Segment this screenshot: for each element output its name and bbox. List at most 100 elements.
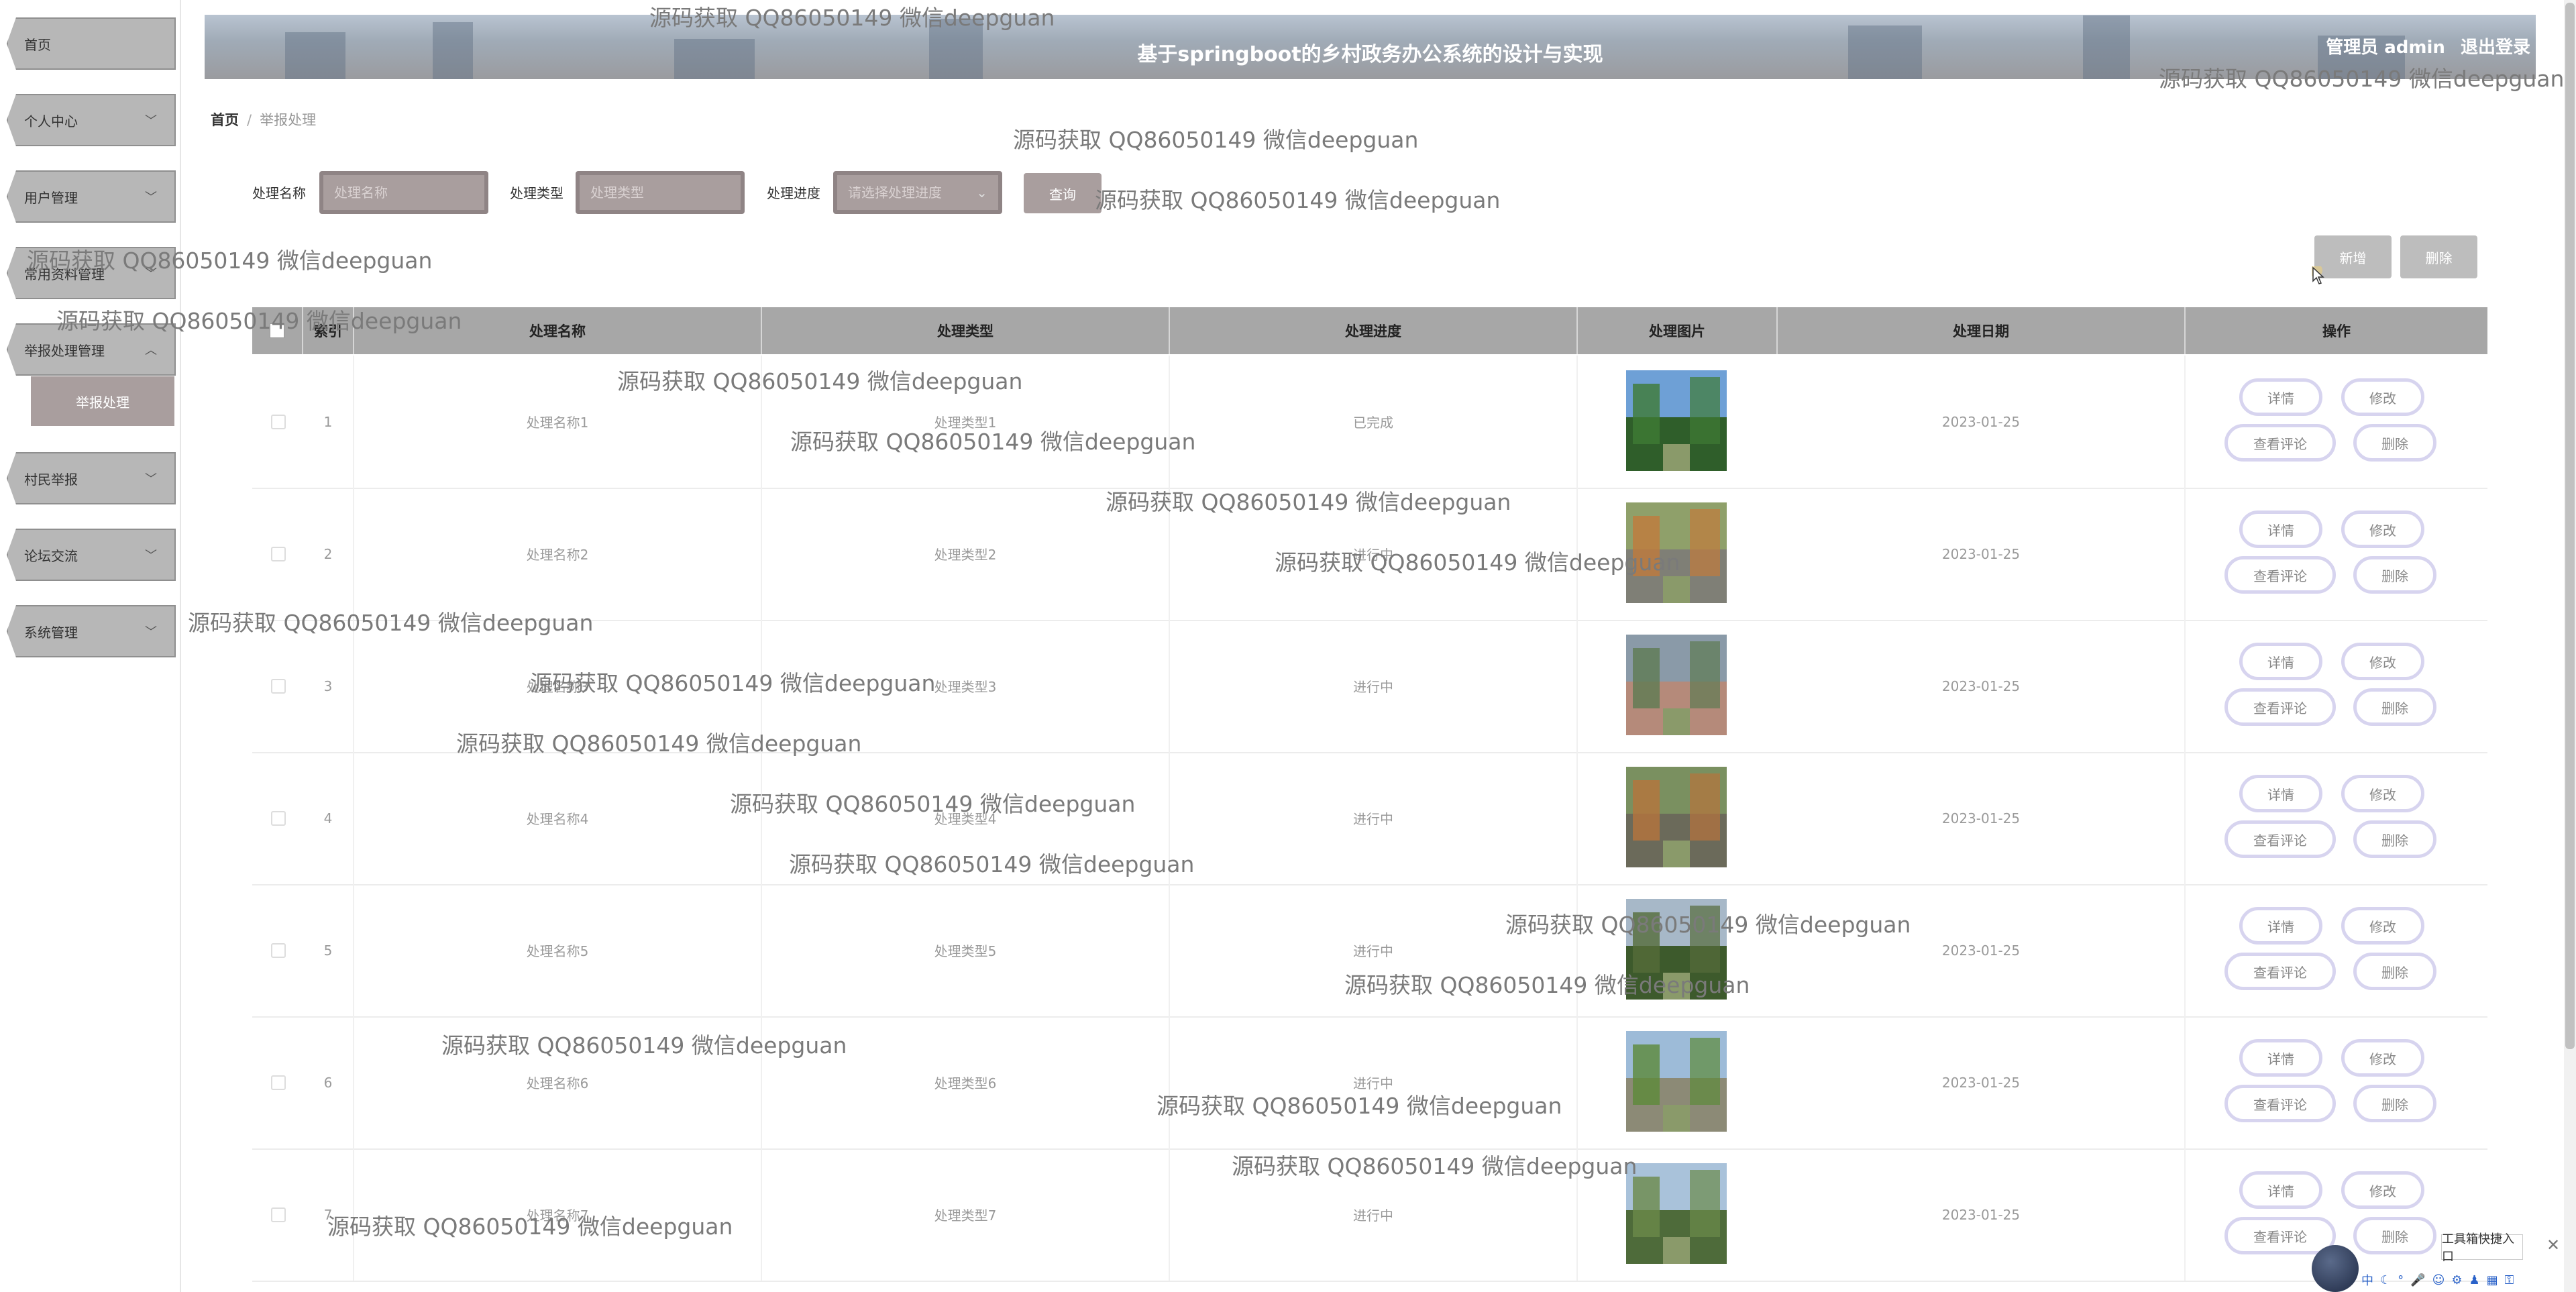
row-delete-button[interactable]: 删除 — [2353, 556, 2436, 594]
punctuation-icon[interactable]: ° — [2398, 1273, 2404, 1287]
cell-date: 2023-01-25 — [1778, 488, 2186, 620]
edit-button[interactable]: 修改 — [2341, 643, 2424, 680]
logout-link[interactable]: 退出登录 — [2461, 38, 2530, 58]
watermark-text: 源码获取 QQ86050149 微信deepguan — [649, 5, 1055, 31]
moon-icon[interactable]: ☾ — [2380, 1273, 2391, 1287]
row-checkbox[interactable] — [271, 679, 286, 694]
page-scrollbar[interactable] — [2564, 0, 2576, 1292]
row-checkbox[interactable] — [271, 811, 286, 826]
grid-icon[interactable]: ▦ — [2487, 1273, 2498, 1287]
view-comments-button[interactable]: 查看评论 — [2224, 953, 2336, 990]
edit-button[interactable]: 修改 — [2341, 1171, 2424, 1209]
column-header-progress: 处理进度 — [1170, 307, 1578, 354]
view-comments-button[interactable]: 查看评论 — [2224, 820, 2336, 858]
sidebar-item-label: 村民举报 — [24, 471, 78, 488]
detail-button[interactable]: 详情 — [2239, 378, 2322, 416]
row-delete-button[interactable]: 删除 — [2353, 953, 2436, 990]
cell-progress: 进行中 — [1170, 1016, 1578, 1148]
search-type-placeholder: 处理类型 — [590, 184, 644, 201]
watermark-text: 源码获取 QQ86050149 微信deepguan — [1095, 187, 1501, 213]
microphone-icon[interactable]: 🎤 — [2410, 1273, 2425, 1287]
row-delete-button[interactable]: 删除 — [2353, 1217, 2436, 1254]
lock-icon[interactable]: ⚿ — [2505, 1273, 2514, 1287]
sidebar-item-label: 论坛交流 — [24, 547, 78, 564]
cell-date: 2023-01-25 — [1778, 884, 2186, 1016]
table-row: 1 处理名称1 处理类型1 已完成 2023-01-25 详情 修改 查看评论 删除 — [252, 356, 2487, 489]
detail-button[interactable]: 详情 — [2239, 510, 2322, 548]
view-comments-button[interactable]: 查看评论 — [2224, 424, 2336, 462]
chevron-down-icon: ﹀ — [145, 625, 157, 639]
sidebar-item-forum[interactable]: 论坛交流 ﹀ — [7, 529, 176, 581]
row-image — [1626, 370, 1727, 471]
cell-name: 处理名称4 — [354, 752, 762, 884]
edit-button[interactable]: 修改 — [2341, 378, 2424, 416]
sidebar-item-system-management[interactable]: 系统管理 ﹀ — [7, 605, 176, 657]
row-checkbox[interactable] — [271, 415, 286, 429]
sidebar-item-user-management[interactable]: 用户管理 ﹀ — [7, 170, 176, 223]
breadcrumb-current: 举报处理 — [260, 112, 317, 128]
cell-index: 2 — [303, 488, 354, 620]
row-image — [1626, 635, 1727, 735]
query-button[interactable]: 查询 — [1024, 173, 1102, 213]
detail-button[interactable]: 详情 — [2239, 1039, 2322, 1077]
ime-chinese-icon[interactable]: 中 — [2361, 1271, 2373, 1289]
shirt-icon[interactable]: ♟ — [2469, 1273, 2479, 1287]
smile-icon[interactable]: ☺ — [2432, 1273, 2445, 1287]
sidebar-item-home[interactable]: 首页 — [7, 17, 176, 70]
search-name-input[interactable]: 处理名称 — [319, 171, 488, 214]
row-image — [1626, 767, 1727, 867]
sidebar-item-label: 用户管理 — [24, 189, 78, 206]
chevron-down-icon: ﹀ — [145, 191, 157, 205]
view-comments-button[interactable]: 查看评论 — [2224, 556, 2336, 594]
edit-button[interactable]: 修改 — [2341, 1039, 2424, 1077]
view-comments-button[interactable]: 查看评论 — [2224, 1217, 2336, 1254]
search-name-label: 处理名称 — [252, 185, 306, 201]
watermark-text: 源码获取 QQ86050149 微信deepguan — [327, 1214, 733, 1240]
gear-icon[interactable]: ⚙ — [2451, 1273, 2462, 1287]
detail-button[interactable]: 详情 — [2239, 907, 2322, 945]
search-progress-select[interactable]: 请选择处理进度 ⌄ — [833, 171, 1002, 214]
row-delete-button[interactable]: 删除 — [2353, 424, 2436, 462]
detail-button[interactable]: 详情 — [2239, 775, 2322, 812]
watermark-text: 源码获取 QQ86050149 微信deepguan — [56, 308, 462, 334]
table-header: 索引 处理名称 处理类型 处理进度 处理图片 处理日期 操作 — [252, 307, 2487, 354]
breadcrumb-home[interactable]: 首页 — [211, 112, 239, 128]
cell-index: 5 — [303, 884, 354, 1016]
add-button[interactable]: 新增 — [2314, 235, 2392, 278]
row-checkbox[interactable] — [271, 547, 286, 561]
user-area: 管理员 admin 退出登录 — [2316, 34, 2530, 58]
cell-type: 处理类型5 — [762, 884, 1170, 1016]
watermark-text: 源码获取 QQ86050149 微信deepguan — [617, 368, 1023, 394]
scrollbar-thumb[interactable] — [2565, 3, 2575, 1049]
row-delete-button[interactable]: 删除 — [2353, 688, 2436, 726]
sidebar: 首页 个人中心 ﹀ 用户管理 ﹀ 常用资料管理 ﹀ 举报处理管理 ︿ 举报处理 … — [0, 0, 181, 1292]
watermark-text: 源码获取 QQ86050149 微信deepguan — [1106, 489, 1511, 515]
edit-button[interactable]: 修改 — [2341, 907, 2424, 945]
watermark-text: 源码获取 QQ86050149 微信deepguan — [1344, 972, 1750, 998]
sidebar-item-personal-center[interactable]: 个人中心 ﹀ — [7, 94, 176, 146]
row-delete-button[interactable]: 删除 — [2353, 820, 2436, 858]
watermark-text: 源码获取 QQ86050149 微信deepguan — [530, 670, 936, 696]
view-comments-button[interactable]: 查看评论 — [2224, 1085, 2336, 1122]
search-type-input[interactable]: 处理类型 — [576, 171, 745, 214]
column-header-date: 处理日期 — [1778, 307, 2186, 354]
edit-button[interactable]: 修改 — [2341, 510, 2424, 548]
close-icon[interactable]: ✕ — [2546, 1236, 2560, 1254]
row-checkbox[interactable] — [271, 1075, 286, 1090]
row-checkbox[interactable] — [271, 943, 286, 958]
search-type-label: 处理类型 — [510, 185, 564, 201]
assistant-avatar[interactable] — [2312, 1245, 2359, 1292]
row-checkbox[interactable] — [271, 1207, 286, 1222]
cell-date: 2023-01-25 — [1778, 1148, 2186, 1281]
view-comments-button[interactable]: 查看评论 — [2224, 688, 2336, 726]
detail-button[interactable]: 详情 — [2239, 643, 2322, 680]
bulk-delete-button[interactable]: 删除 — [2400, 235, 2477, 278]
edit-button[interactable]: 修改 — [2341, 775, 2424, 812]
row-delete-button[interactable]: 删除 — [2353, 1085, 2436, 1122]
sidebar-item-label: 首页 — [24, 36, 51, 53]
sidebar-subitem-report-processing[interactable]: 举报处理 — [31, 376, 174, 426]
toolbox-shortcut[interactable]: 工具箱快捷入口 — [2441, 1232, 2523, 1264]
cell-date: 2023-01-25 — [1778, 752, 2186, 884]
sidebar-item-villager-reports[interactable]: 村民举报 ﹀ — [7, 452, 176, 504]
detail-button[interactable]: 详情 — [2239, 1171, 2322, 1209]
